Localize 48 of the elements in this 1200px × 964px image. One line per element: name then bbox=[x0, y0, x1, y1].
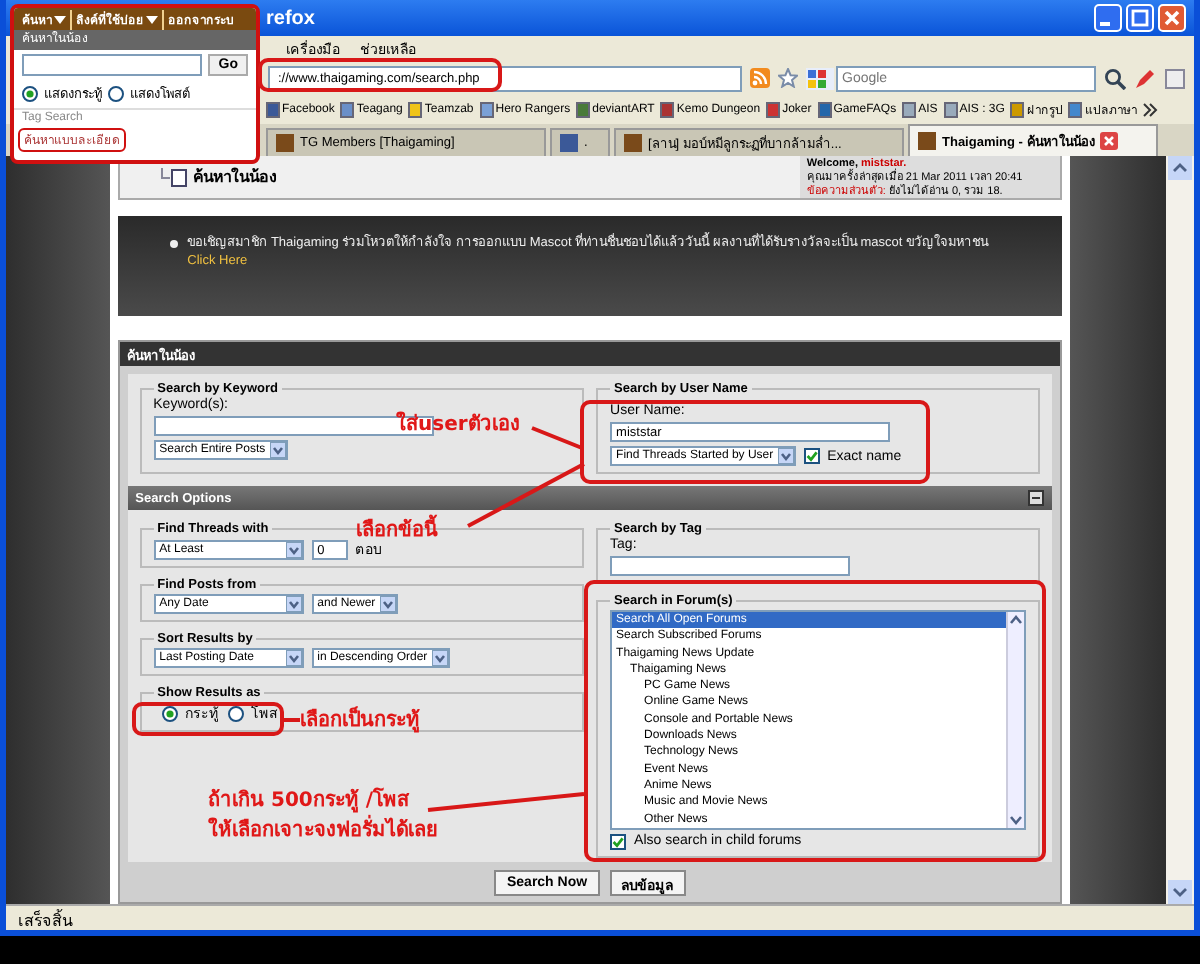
annotation-line bbox=[282, 718, 302, 722]
page-icon bbox=[340, 102, 355, 118]
scrollbar[interactable] bbox=[1166, 156, 1194, 904]
annotation-line bbox=[466, 462, 586, 528]
caret-icon bbox=[431, 650, 448, 666]
window-title: refox bbox=[266, 7, 317, 29]
status-text: เสร็จสิ้น bbox=[18, 912, 72, 930]
page-icon bbox=[660, 102, 675, 118]
scroll-up-icon bbox=[1008, 612, 1025, 628]
maximize-icon bbox=[1126, 4, 1154, 32]
page-icon bbox=[408, 102, 423, 118]
scroll-down-icon bbox=[1008, 811, 1025, 828]
caret-icon bbox=[285, 541, 302, 557]
page-icon bbox=[1010, 102, 1025, 118]
annotation-text: ให้เลือกเจาะจงฟอรั่มได้เลย bbox=[208, 814, 438, 844]
annotation-text: ใส่userตัวเอง bbox=[396, 409, 520, 438]
collapse-icon bbox=[1028, 490, 1045, 506]
annotation-text: เลือกข้อนี้ bbox=[356, 514, 438, 544]
close-icon bbox=[1100, 132, 1119, 150]
page-icon bbox=[766, 102, 781, 118]
annotation-text: เลือกเป็นกระทู้ bbox=[300, 704, 420, 734]
star-icon bbox=[778, 68, 798, 88]
pen-icon bbox=[1134, 67, 1156, 89]
search-field[interactable] bbox=[22, 54, 203, 76]
caret-icon bbox=[285, 596, 302, 612]
page-title: ค้นหาในน้อง bbox=[193, 165, 278, 190]
close-icon bbox=[1158, 4, 1186, 32]
caret-icon bbox=[777, 448, 794, 464]
search-icon bbox=[1104, 67, 1126, 89]
caret-icon bbox=[269, 442, 286, 458]
minimize-icon bbox=[1094, 4, 1122, 32]
scroll-up-icon bbox=[1168, 156, 1193, 180]
forum-listbox[interactable] bbox=[610, 610, 1027, 830]
page-icon bbox=[817, 102, 832, 118]
rss-icon bbox=[750, 68, 770, 88]
caret-icon bbox=[379, 596, 396, 612]
tag-field[interactable] bbox=[610, 556, 851, 576]
tree-branch-icon bbox=[159, 167, 188, 187]
page-icon bbox=[479, 102, 494, 118]
scroll-down-icon bbox=[1168, 880, 1193, 904]
page-icon bbox=[1164, 67, 1186, 89]
annotation-text: ถ้าเกิน 500กระทู้ /โพส bbox=[208, 785, 409, 814]
annotation-line bbox=[530, 426, 584, 450]
page-icon bbox=[1068, 102, 1083, 118]
caret-icon bbox=[285, 650, 302, 666]
chevron-icon bbox=[1142, 102, 1159, 118]
bullet-icon bbox=[169, 234, 178, 254]
search-engine-icon bbox=[806, 67, 834, 89]
